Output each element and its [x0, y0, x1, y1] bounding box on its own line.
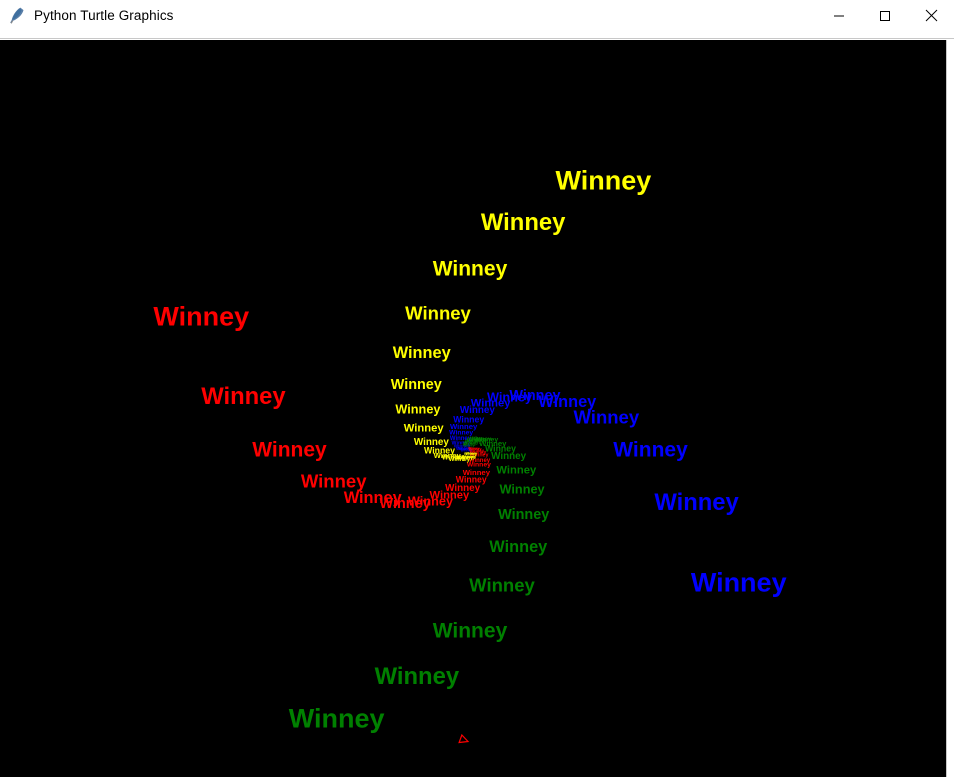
spiral-word: Winney	[432, 257, 508, 281]
spiral-word: Winney	[395, 402, 441, 418]
close-button[interactable]	[908, 0, 954, 31]
spiral-word: Winney	[654, 489, 739, 517]
turtle-graphics-window: Python Turtle Graphics Winney Winney Win…	[0, 0, 954, 777]
spiral-word: Winney	[613, 438, 688, 462]
python-feather-icon	[10, 7, 24, 24]
spiral-word: Winney	[432, 619, 508, 643]
minimize-icon	[834, 15, 844, 16]
spiral-word: Winney	[491, 451, 527, 463]
spiral-word: Winney	[489, 538, 548, 557]
canvas-area: Winney Winney Winney Winney Winney Winney Winn…	[0, 40, 954, 777]
spiral-word: Winney	[424, 445, 455, 456]
spiral-word: Winney	[300, 470, 367, 492]
turtle-canvas[interactable]: Winney Winney Winney Winney Winney Winney Winn…	[0, 40, 946, 777]
window-controls	[816, 0, 954, 31]
minimize-button[interactable]	[816, 0, 862, 31]
maximize-icon	[880, 10, 890, 21]
turtle-triangle-icon	[458, 733, 470, 744]
spiral-word: Winney	[403, 422, 444, 435]
spiral-word: Winney	[690, 567, 787, 598]
spiral-word: Winney	[573, 406, 640, 428]
spiral-word: Winney	[498, 506, 550, 523]
spiral-word: Winney	[390, 376, 442, 393]
spiral-word: Winney	[153, 301, 250, 332]
window-frame-right	[946, 40, 954, 777]
spiral-word: Winney	[453, 414, 485, 425]
spiral-word: Winney	[343, 489, 402, 508]
spiral-word: Winney	[555, 165, 652, 196]
spiral-word: Winney	[413, 436, 449, 448]
spiral-word: Winney	[480, 209, 566, 237]
spiral-word: Winney	[201, 382, 286, 410]
window-frame-top	[0, 31, 954, 39]
spiral-word: Winney	[405, 302, 471, 324]
close-icon	[925, 9, 937, 22]
spiral-word: Winney	[392, 343, 451, 362]
spiral-word: Winney	[252, 438, 327, 462]
spiral-word: Winney	[288, 703, 385, 734]
spiral-word: Winney	[374, 662, 460, 690]
window-title: Python Turtle Graphics	[34, 8, 174, 23]
spiral-word: Winney	[496, 464, 537, 476]
maximize-button[interactable]	[862, 0, 908, 31]
title-bar[interactable]: Python Turtle Graphics	[0, 0, 954, 32]
spiral-word: Winney	[469, 575, 535, 597]
spiral-word: Winney	[499, 481, 545, 497]
spiral-word: Winney	[449, 422, 478, 432]
turtle-cursor	[457, 731, 479, 758]
